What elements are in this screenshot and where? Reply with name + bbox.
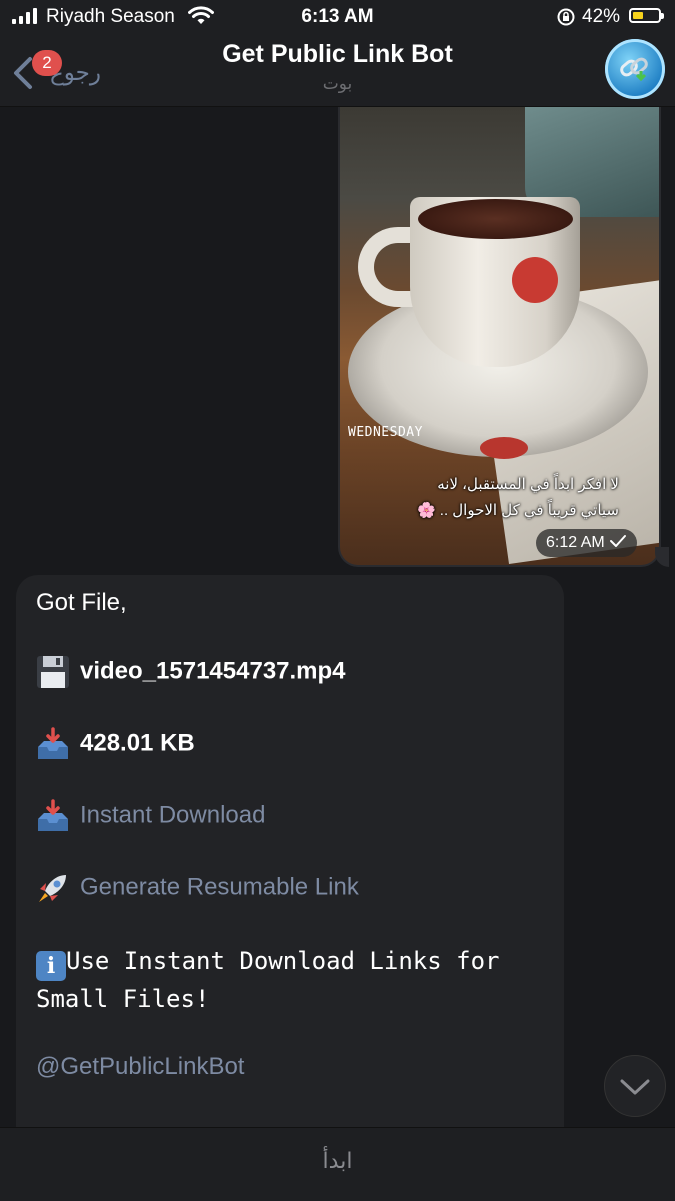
- instant-download-row[interactable]: Instant Download: [36, 799, 265, 833]
- photo-caption-line1: لا افكر ابداً في المستقبل، لانه: [437, 476, 619, 493]
- chain-link-icon: [620, 57, 648, 82]
- tip-text-row: i Use Instant Download Links for Small Fi…: [36, 943, 556, 1017]
- rocket-icon: [36, 871, 70, 905]
- chat-title[interactable]: Get Public Link Bot: [0, 40, 675, 69]
- bot-handle-link[interactable]: @GetPublicLinkBot: [36, 1053, 244, 1081]
- photo-day-overlay: WEDNESDAY: [348, 425, 423, 440]
- status-bar: Riyadh Season 6:13 AM 42%: [0, 0, 675, 34]
- info-icon: i: [36, 951, 66, 981]
- resumable-link-row[interactable]: Generate Resumable Link: [36, 871, 359, 905]
- chat-subtitle: بوت: [322, 74, 353, 93]
- bot-avatar[interactable]: [605, 39, 665, 99]
- rotation-lock-icon: [556, 7, 576, 32]
- file-size: 428.01 KB: [80, 729, 195, 757]
- file-size-row: 428.01 KB: [36, 727, 195, 761]
- scroll-down-button[interactable]: [604, 1055, 666, 1117]
- file-name-row: video_1571454737.mp4: [36, 655, 346, 689]
- photo-message[interactable]: WEDNESDAY لا افكر ابداً في المستقبل، لان…: [338, 107, 661, 567]
- chat-header: رجوع 2 Get Public Link Bot بوت: [0, 34, 675, 107]
- tip-text: Use Instant Download Links for Small Fil…: [36, 947, 500, 1013]
- message-time: 6:12 AM: [546, 534, 605, 551]
- chevron-down-icon: [620, 1079, 650, 1095]
- bubble-tail: [655, 547, 669, 567]
- battery-icon: [629, 8, 664, 23]
- got-file-text: Got File,: [36, 589, 127, 616]
- bottom-bar: ابدأ: [0, 1127, 675, 1201]
- floppy-disk-icon: [36, 655, 70, 689]
- inbox-tray-icon: [36, 799, 70, 833]
- file-name: video_1571454737.mp4: [80, 657, 346, 685]
- message-timestamp: 6:12 AM: [536, 529, 638, 557]
- instant-download-link[interactable]: Instant Download: [80, 801, 265, 828]
- chat-history[interactable]: WEDNESDAY لا افكر ابداً في المستقبل، لان…: [0, 107, 675, 1127]
- sent-check-icon: [610, 535, 627, 547]
- bot-message[interactable]: Got File, video_1571454737.mp4 428.01 KB: [16, 575, 564, 1127]
- coffee-photo[interactable]: WEDNESDAY لا افكر ابداً في المستقبل، لان…: [340, 107, 659, 565]
- resumable-link[interactable]: Generate Resumable Link: [80, 873, 359, 900]
- photo-caption-line2: سياتي قريباً في كل الاحوال .. 🌸: [416, 502, 619, 519]
- inbox-tray-icon: [36, 727, 70, 761]
- start-button[interactable]: ابدأ: [0, 1148, 675, 1174]
- battery-percent: 42%: [582, 6, 621, 27]
